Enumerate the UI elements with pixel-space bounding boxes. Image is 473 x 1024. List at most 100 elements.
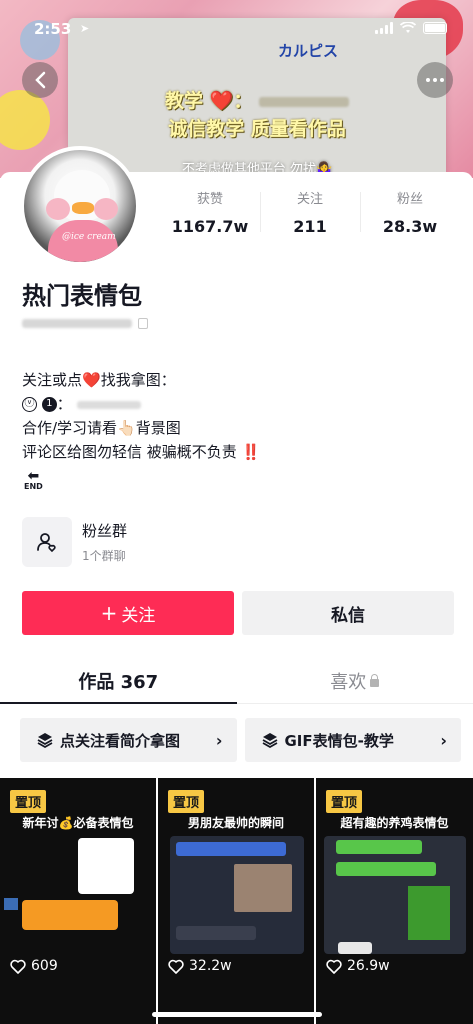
location-arrow-icon: ➤ bbox=[80, 22, 90, 35]
follow-label: 关注 bbox=[121, 605, 156, 626]
thumbnail-image bbox=[408, 886, 450, 940]
video-thumbnail bbox=[170, 836, 304, 954]
collection-label: GIF表情包-教学 bbox=[284, 731, 394, 750]
avatar-duck-body bbox=[48, 220, 118, 262]
thumbnail-image bbox=[234, 864, 292, 912]
tab-label: 作品 367 bbox=[78, 672, 159, 693]
bio-line: 评论区给图勿轻信 被骗概不负责 ‼️ bbox=[22, 440, 452, 464]
video-tile-partial[interactable] bbox=[0, 986, 156, 1024]
account-id-blurred bbox=[22, 319, 132, 328]
banner-blurred-text bbox=[258, 96, 349, 107]
video-thumbnail bbox=[324, 836, 466, 954]
number-circle-icon: 1 bbox=[41, 397, 57, 412]
banner-line-1: 教学 ❤️： bbox=[68, 86, 446, 113]
heart-outline-icon bbox=[10, 959, 26, 974]
action-buttons: + 关注 私信 bbox=[22, 591, 454, 635]
thumbnail-sticker bbox=[78, 838, 134, 894]
fans-group-entry[interactable]: 粉丝群 1个群聊 bbox=[22, 516, 452, 568]
fans-group-subtitle: 1个群聊 bbox=[82, 549, 126, 563]
pinned-badge: 置顶 bbox=[168, 790, 205, 813]
more-options-button[interactable] bbox=[417, 62, 453, 98]
video-tile-partial[interactable] bbox=[158, 986, 314, 1024]
avatar-duck-bill bbox=[72, 202, 94, 214]
end-label: END bbox=[24, 482, 43, 491]
pinned-badge: 置顶 bbox=[326, 790, 363, 813]
layers-icon bbox=[37, 733, 53, 749]
heart-outline-icon bbox=[168, 959, 184, 974]
thumbnail-mark bbox=[4, 898, 18, 910]
thumbnail-card bbox=[22, 900, 118, 930]
likes-count: 32.2w bbox=[189, 958, 232, 974]
stat-label: 粉丝 bbox=[396, 192, 423, 207]
avatar[interactable]: @ice cream bbox=[20, 146, 140, 266]
stat-label: 获赞 bbox=[196, 192, 223, 207]
home-indicator bbox=[152, 1012, 322, 1017]
video-title: 超有趣的养鸡表情包 bbox=[340, 816, 449, 830]
stat-value: 211 bbox=[293, 217, 327, 236]
status-bar: 2:53 ➤ bbox=[0, 0, 473, 44]
collections-row: 点关注看简介拿图 › GIF表情包-教学 › bbox=[20, 718, 461, 762]
message-button[interactable]: 私信 bbox=[242, 591, 454, 635]
bio-text: ： bbox=[56, 395, 72, 413]
video-likes: 609 bbox=[10, 958, 58, 974]
video-tile[interactable]: 置顶 超有趣的养鸡表情包 26.9w bbox=[316, 778, 473, 986]
collection-gif-tutorial[interactable]: GIF表情包-教学 › bbox=[244, 718, 461, 762]
fans-group-text: 粉丝群 1个群聊 bbox=[82, 520, 127, 564]
video-likes: 26.9w bbox=[326, 958, 390, 974]
video-grid: 置顶 新年讨💰必备表情包 609 置顶 男朋友最帅的瞬间 32.2w 置顶 超有… bbox=[0, 778, 473, 1024]
thumbnail-bubble bbox=[176, 926, 256, 940]
stat-following[interactable]: 关注 211 bbox=[260, 188, 360, 236]
status-icons bbox=[375, 22, 447, 34]
v-circle-icon: ⓥ bbox=[22, 397, 37, 412]
plus-icon: + bbox=[100, 601, 118, 625]
bio-text: 找我拿图： bbox=[100, 371, 176, 389]
back-button[interactable] bbox=[22, 62, 58, 98]
avatar-duck-cheek bbox=[94, 198, 118, 220]
end-arrow-icon: ⬅ END bbox=[24, 468, 43, 491]
battery-icon bbox=[423, 22, 447, 34]
tab-likes[interactable]: 喜欢 bbox=[237, 658, 473, 703]
chevron-left-icon bbox=[35, 71, 46, 89]
pinned-badge: 置顶 bbox=[10, 790, 47, 813]
profile-stats: 获赞 1167.7w 关注 211 粉丝 28.3w bbox=[160, 188, 460, 236]
video-title: 新年讨💰必备表情包 bbox=[22, 816, 134, 830]
thumbnail-message bbox=[176, 842, 286, 856]
thumbnail-message bbox=[336, 840, 422, 854]
banner-line-1-text: 教学 ❤️： bbox=[165, 90, 253, 112]
banner-line-2: 诚信教学 质量看作品 bbox=[168, 118, 346, 140]
copy-icon[interactable] bbox=[138, 318, 148, 329]
signal-icon bbox=[375, 22, 393, 34]
likes-count: 609 bbox=[31, 958, 58, 974]
wifi-icon bbox=[400, 22, 416, 33]
thumbnail-bubble bbox=[338, 942, 372, 954]
stat-likes[interactable]: 获赞 1167.7w bbox=[160, 188, 260, 236]
stat-label: 关注 bbox=[296, 192, 323, 207]
tab-works[interactable]: 作品 367 bbox=[0, 658, 237, 704]
layers-icon bbox=[262, 733, 277, 749]
stat-value: 1167.7w bbox=[171, 217, 249, 236]
video-tile[interactable]: 置顶 男朋友最帅的瞬间 32.2w bbox=[158, 778, 314, 986]
video-tile-partial[interactable] bbox=[316, 986, 473, 1024]
more-icon bbox=[426, 78, 444, 82]
bio-line: 关注或点❤️找我拿图： bbox=[22, 368, 452, 392]
avatar-tag: @ice cream bbox=[62, 232, 116, 242]
collection-label: 点关注看简介拿图 bbox=[60, 731, 181, 750]
stat-followers[interactable]: 粉丝 28.3w bbox=[360, 188, 460, 236]
heart-icon: ❤️ bbox=[82, 371, 101, 389]
collection-follow-bio[interactable]: 点关注看简介拿图 › bbox=[20, 718, 237, 762]
group-icon bbox=[22, 517, 72, 567]
fans-group-title: 粉丝群 bbox=[82, 522, 128, 540]
chevron-right-icon: › bbox=[440, 730, 447, 750]
follow-button[interactable]: + 关注 bbox=[22, 591, 234, 635]
group-chat-icon bbox=[37, 533, 56, 553]
content-tabs: 作品 367 喜欢 bbox=[0, 658, 473, 704]
bio-line: ⓥ 1： bbox=[22, 392, 452, 416]
bio-text: 评论区给图勿轻信 被骗概不负责 bbox=[22, 443, 237, 461]
heart-outline-icon bbox=[326, 959, 342, 974]
profile-name: 热门表情包 bbox=[22, 282, 142, 310]
profile-bio: 关注或点❤️找我拿图： ⓥ 1： 合作/学习请看👆🏻背景图 评论区给图勿轻信 被… bbox=[22, 368, 452, 464]
account-id-row[interactable] bbox=[22, 318, 148, 329]
video-tile[interactable]: 置顶 新年讨💰必备表情包 609 bbox=[0, 778, 156, 986]
video-title: 男朋友最帅的瞬间 bbox=[187, 816, 284, 830]
lock-icon bbox=[370, 674, 380, 687]
